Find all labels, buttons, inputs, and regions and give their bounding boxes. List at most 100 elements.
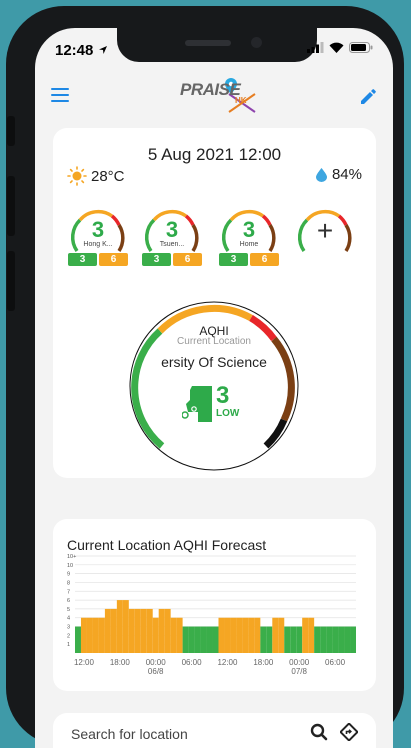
chart-bar bbox=[266, 626, 273, 653]
chart-y-tick: 10+ bbox=[67, 554, 76, 560]
add-station-button[interactable]: + bbox=[295, 206, 355, 264]
chart-bar bbox=[75, 626, 81, 653]
station-range-high: 6 bbox=[173, 253, 202, 266]
chart-bar bbox=[98, 617, 105, 653]
aqhi-gauge[interactable]: AQHI Current Location ersity Of Science … bbox=[124, 296, 304, 476]
chart-bar bbox=[134, 608, 141, 653]
chart-y-tick: 6 bbox=[67, 598, 70, 604]
chart-bar bbox=[224, 617, 231, 653]
search-icon[interactable] bbox=[310, 723, 328, 741]
chart-bar bbox=[254, 617, 261, 653]
chart-bar bbox=[236, 617, 243, 653]
station-tsuen[interactable]: 3 Tsuen... 3 6 bbox=[142, 206, 202, 266]
station-range-low: 3 bbox=[142, 253, 171, 266]
chart-bar bbox=[92, 617, 99, 653]
aqhi-level: LOW bbox=[216, 408, 240, 419]
search-bar[interactable]: Search for location bbox=[53, 713, 376, 748]
app-bar: PRAISE HK bbox=[35, 76, 393, 116]
chart-y-tick: 7 bbox=[67, 589, 70, 595]
chart-x-tick: 00:00 bbox=[289, 658, 310, 667]
face-mask-icon bbox=[182, 386, 212, 422]
chart-bar bbox=[182, 626, 189, 653]
chart-bar bbox=[206, 626, 213, 653]
chart-bar bbox=[338, 626, 345, 653]
plus-icon: + bbox=[316, 215, 334, 246]
chart-bar bbox=[290, 626, 297, 653]
chart-bar bbox=[170, 617, 177, 653]
app-logo-text: PRAISE bbox=[180, 80, 241, 99]
station-range: 3 6 bbox=[68, 253, 128, 266]
humidity: 84% bbox=[315, 166, 362, 183]
chart-x-tick: 12:00 bbox=[217, 658, 238, 667]
location-arrow-icon bbox=[98, 46, 107, 54]
station-range-high: 6 bbox=[250, 253, 279, 266]
menu-icon[interactable] bbox=[51, 88, 69, 102]
screen: 12:48 PRAISE HK 5 Aug 2021 12:00 28°C 84… bbox=[35, 28, 393, 748]
chart-bar bbox=[272, 617, 279, 653]
chart-y-tick: 4 bbox=[67, 616, 70, 622]
chart-x-subtick: 06/8 bbox=[148, 667, 164, 676]
chart-bar bbox=[284, 626, 291, 653]
directions-icon[interactable] bbox=[340, 723, 358, 741]
forecast-card: Current Location AQHI Forecast 10+ 10 9 8 7 6… bbox=[53, 519, 376, 691]
status-icons bbox=[307, 42, 373, 53]
chart-bar bbox=[116, 600, 123, 653]
chart-bar bbox=[140, 608, 147, 653]
humidity-value: 84% bbox=[331, 166, 362, 183]
chart-bar bbox=[308, 617, 315, 653]
station-range: 3 6 bbox=[142, 253, 202, 266]
current-conditions-card: 5 Aug 2021 12:00 28°C 84% 3 Hong K... 3 … bbox=[53, 128, 376, 478]
status-time: 12:48 bbox=[55, 42, 108, 59]
chart-bar bbox=[248, 617, 255, 653]
chart-y-tick: 1 bbox=[67, 642, 70, 648]
chart-bar bbox=[332, 626, 339, 653]
station-home[interactable]: 3 Home 3 6 bbox=[219, 206, 279, 266]
aqhi-badge: 3 LOW bbox=[182, 382, 246, 426]
chart-bar bbox=[314, 626, 321, 653]
chart-bar bbox=[344, 626, 351, 653]
datetime: 5 Aug 2021 12:00 bbox=[147, 145, 282, 164]
station-hong-kong[interactable]: 3 Hong K... 3 6 bbox=[68, 206, 128, 266]
station-name: Tsuen... bbox=[159, 241, 185, 248]
chart-y-tick: 8 bbox=[67, 580, 70, 586]
chart-bar bbox=[296, 626, 303, 653]
temperature-value: 28°C bbox=[91, 167, 125, 185]
chart-x-tick: 00:00 bbox=[146, 658, 167, 667]
chart-bar bbox=[80, 617, 87, 653]
chart-x-tick: 18:00 bbox=[253, 658, 274, 667]
chart-bar bbox=[110, 608, 117, 653]
chart-bar bbox=[164, 608, 171, 653]
aqhi-value: 3 bbox=[216, 382, 230, 409]
station-range-high: 6 bbox=[99, 253, 128, 266]
chart-x-subtick: 07/8 bbox=[291, 667, 307, 676]
chart-bar bbox=[188, 626, 195, 653]
chart-bar bbox=[218, 617, 225, 653]
mute-switch bbox=[7, 116, 15, 146]
chart-x-tick: 12:00 bbox=[74, 658, 95, 667]
chart-bar bbox=[350, 626, 356, 653]
chart-bar bbox=[176, 617, 183, 653]
chart-bar bbox=[242, 617, 249, 653]
gauge-location: ersity Of Science bbox=[161, 354, 267, 370]
station-range-low: 3 bbox=[68, 253, 97, 266]
search-input[interactable]: Search for location bbox=[71, 726, 188, 742]
chart-x-tick: 18:00 bbox=[110, 658, 131, 667]
forecast-title: Current Location AQHI Forecast bbox=[67, 537, 267, 553]
edit-icon[interactable] bbox=[359, 88, 377, 106]
chart-bar bbox=[128, 608, 135, 653]
station-range-low: 3 bbox=[219, 253, 248, 266]
chart-bar bbox=[146, 608, 153, 653]
chart-y-tick: 3 bbox=[67, 625, 70, 631]
chart-x-tick: 06:00 bbox=[325, 658, 346, 667]
volume-down-button bbox=[7, 251, 15, 311]
speaker bbox=[185, 40, 231, 46]
water-drop-icon bbox=[315, 167, 327, 182]
forecast-chart: 10+1098765432112:00 18:00 00:0006/806:00 12… bbox=[67, 554, 356, 676]
chart-bar bbox=[200, 626, 207, 653]
gauge-subtitle: Current Location bbox=[177, 336, 251, 347]
battery-icon bbox=[349, 42, 373, 53]
chart-bar bbox=[260, 626, 267, 653]
phone-frame: 12:48 PRAISE HK 5 Aug 2021 12:00 28°C 84… bbox=[6, 6, 404, 748]
station-aqhi: 3 bbox=[91, 217, 105, 242]
chart-y-tick: 10 bbox=[67, 563, 73, 569]
